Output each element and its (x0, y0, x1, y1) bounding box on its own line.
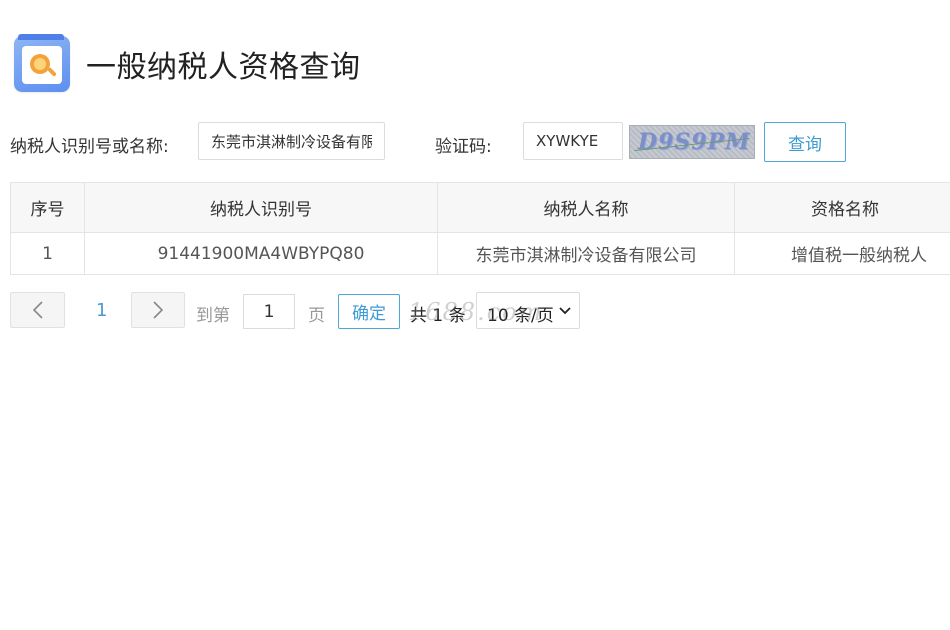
page-title: 一般纳税人资格查询 (86, 50, 361, 85)
taxpayer-input[interactable] (198, 122, 385, 160)
captcha-image-text: D9S9PM (638, 129, 751, 155)
total-count: 共 1 条 (410, 306, 466, 326)
column-header-taxpayer-id: 纳税人识别号 (84, 182, 438, 233)
prev-page-button[interactable] (10, 292, 65, 328)
page-number-current[interactable]: 1 (96, 300, 107, 321)
column-header-qualification: 资格名称 (734, 182, 950, 233)
goto-confirm-button[interactable]: 确定 (338, 294, 400, 329)
search-document-icon (14, 34, 70, 92)
chevron-right-icon (153, 301, 164, 319)
taxpayer-label: 纳税人识别号或名称: (10, 137, 169, 157)
goto-label: 到第 (196, 306, 230, 326)
column-header-index: 序号 (10, 182, 85, 233)
cell-taxpayer-id: 91441900MA4WBYPQ80 (84, 232, 438, 275)
chevron-left-icon (32, 301, 43, 319)
next-page-button[interactable] (131, 292, 185, 328)
page-size-select[interactable]: 10 条/页 (476, 292, 580, 329)
table-row: 1 91441900MA4WBYPQ80 东莞市淇淋制冷设备有限公司 增值税一般… (10, 232, 950, 275)
cell-taxpayer-name: 东莞市淇淋制冷设备有限公司 (437, 232, 735, 275)
query-button[interactable]: 查询 (764, 122, 846, 162)
cell-index: 1 (10, 232, 85, 275)
goto-page-input[interactable] (243, 294, 295, 329)
captcha-input[interactable] (523, 122, 623, 160)
query-form: 纳税人识别号或名称: 验证码: D9S9PM 查询 (10, 122, 950, 162)
cell-qualification: 增值税一般纳税人 (734, 232, 950, 275)
captcha-image[interactable]: D9S9PM (629, 125, 755, 159)
table-header-row: 序号 纳税人识别号 纳税人名称 资格名称 (10, 182, 950, 233)
captcha-label: 验证码: (435, 137, 492, 157)
page-header: 一般纳税人资格查询 (14, 34, 361, 92)
chevron-down-icon (559, 307, 571, 315)
page-suffix-label: 页 (308, 306, 325, 326)
column-header-taxpayer-name: 纳税人名称 (437, 182, 735, 233)
page-size-value: 10 条/页 (487, 306, 554, 326)
result-table: 序号 纳税人识别号 纳税人名称 资格名称 1 91441900MA4WBYPQ8… (10, 182, 950, 275)
pagination: 1 到第 页 确定 共 1 条 10 条/页 (10, 292, 950, 330)
